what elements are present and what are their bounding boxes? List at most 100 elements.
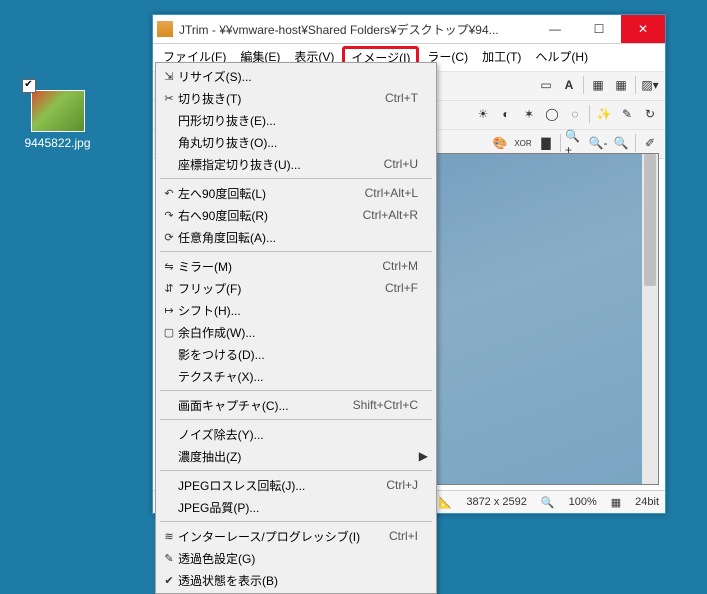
zoomout-icon[interactable]: 🔍- (587, 132, 609, 154)
menu-item-shortcut: Ctrl+Alt+L (355, 186, 418, 200)
circle-icon[interactable]: ◯ (541, 103, 563, 125)
menu-item[interactable]: ⇵フリップ(F)Ctrl+F (156, 277, 436, 299)
menu-item-icon: ⇵ (160, 282, 178, 295)
menu-item[interactable]: ≋インターレース/プログレッシブ(I)Ctrl+I (156, 525, 436, 547)
menu-item-icon: ↦ (160, 304, 178, 317)
dims-icon: 📐 (439, 496, 453, 509)
zoom-icon: 🔍 (541, 496, 555, 509)
grid2-icon[interactable]: ▦ (610, 74, 632, 96)
menu-item-shortcut: Ctrl+M (372, 259, 418, 273)
loop-icon[interactable]: ↻ (639, 103, 661, 125)
depth-icon: ▦ (611, 496, 621, 509)
checkbox-icon[interactable]: ✔ (22, 79, 36, 93)
menu-item[interactable]: ✔透過状態を表示(B) (156, 569, 436, 591)
menu-item[interactable]: ↦シフト(H)... (156, 299, 436, 321)
menu-item[interactable]: JPEGロスレス回転(J)...Ctrl+J (156, 474, 436, 496)
menu-item[interactable]: ⇋ミラー(M)Ctrl+M (156, 255, 436, 277)
vertical-scrollbar[interactable] (642, 154, 658, 484)
pen-icon[interactable]: ✎ (616, 103, 638, 125)
menu-item-icon: ✎ (160, 552, 178, 565)
menu-help[interactable]: ヘルプ(H) (529, 46, 594, 69)
menu-process[interactable]: 加工(T) (476, 46, 527, 69)
menu-item[interactable]: 座標指定切り抜き(U)...Ctrl+U (156, 153, 436, 175)
sun-icon[interactable]: ☀ (472, 103, 494, 125)
menu-separator (160, 390, 432, 391)
menu-item[interactable]: ↶左へ90度回転(L)Ctrl+Alt+L (156, 182, 436, 204)
menu-item-icon: ↶ (160, 187, 178, 200)
menu-item[interactable]: ⇲リサイズ(S)... (156, 65, 436, 87)
menu-item-label: 濃度抽出(Z) (178, 448, 408, 465)
status-dims: 3872 x 2592 (466, 496, 527, 508)
menu-item-label: フリップ(F) (178, 280, 375, 297)
swatch-icon[interactable]: ▇ (535, 132, 557, 154)
eyedropper-icon[interactable]: ✐ (639, 132, 661, 154)
menu-item[interactable]: ✎透過色設定(G) (156, 547, 436, 569)
menu-item[interactable]: 円形切り抜き(E)... (156, 109, 436, 131)
menu-item[interactable]: 画面キャプチャ(C)...Shift+Ctrl+C (156, 394, 436, 416)
menu-item-label: シフト(H)... (178, 302, 408, 319)
menu-item-label: 透過色設定(G) (178, 550, 408, 567)
menu-item-shortcut: Ctrl+F (375, 281, 418, 295)
menu-item-label: 角丸切り抜き(O)... (178, 134, 408, 151)
zoomin-icon[interactable]: 🔍+ (564, 132, 586, 154)
menu-item-icon: ✂ (160, 92, 178, 105)
menu-item-label: 切り抜き(T) (178, 90, 375, 107)
menu-item-icon: ↷ (160, 209, 178, 222)
menu-item-label: JPEG品質(P)... (178, 499, 408, 516)
titlebar[interactable]: JTrim - ¥¥vmware-host¥Shared Folders¥デスク… (153, 15, 665, 44)
status-zoom: 100% (569, 496, 597, 508)
menu-item[interactable]: ↷右へ90度回転(R)Ctrl+Alt+R (156, 204, 436, 226)
menu-item-label: ノイズ除去(Y)... (178, 426, 408, 443)
menu-item[interactable]: 濃度抽出(Z) ▶ (156, 445, 436, 467)
menu-item-label: JPEGロスレス回転(J)... (178, 477, 376, 494)
halftone-icon[interactable]: ◌ (564, 103, 586, 125)
menu-item-icon: ⇲ (160, 70, 178, 83)
wand-icon[interactable]: ✨ (593, 103, 615, 125)
menu-item[interactable]: 影をつける(D)... (156, 343, 436, 365)
rect-icon[interactable]: ▭ (535, 74, 557, 96)
menu-separator (160, 419, 432, 420)
menu-item-label: 左へ90度回転(L) (178, 185, 355, 202)
maximize-button[interactable]: ☐ (577, 15, 621, 43)
menu-item-label: 余白作成(W)... (178, 324, 408, 341)
pattern-icon[interactable]: ▨▾ (639, 74, 661, 96)
status-depth: 24bit (635, 496, 659, 508)
menu-item[interactable]: 角丸切り抜き(O)... (156, 131, 436, 153)
file-thumbnail: ✔ (31, 90, 85, 132)
menu-item-label: 円形切り抜き(E)... (178, 112, 408, 129)
menu-item-label: 透過状態を表示(B) (178, 572, 408, 589)
menu-item-shortcut: Ctrl+U (374, 157, 418, 171)
palette-icon[interactable]: 🎨 (489, 132, 511, 154)
minimize-button[interactable]: — (533, 15, 577, 43)
menu-separator (160, 251, 432, 252)
window-title: JTrim - ¥¥vmware-host¥Shared Folders¥デスク… (179, 21, 533, 38)
menu-item-shortcut: Ctrl+Alt+R (353, 208, 418, 222)
menu-item-label: 右へ90度回転(R) (178, 207, 353, 224)
menu-item[interactable]: ▢余白作成(W)... (156, 321, 436, 343)
menu-item-shortcut: Ctrl+T (375, 91, 418, 105)
menu-item-icon: ⇋ (160, 260, 178, 273)
menu-item-shortcut: Ctrl+I (379, 529, 418, 543)
menu-item-label: インターレース/プログレッシブ(I) (178, 528, 379, 545)
submenu-arrow-icon: ▶ (418, 449, 428, 463)
menu-item[interactable]: テクスチャ(X)... (156, 365, 436, 387)
menu-item-label: ミラー(M) (178, 258, 372, 275)
menu-item[interactable]: ノイズ除去(Y)... (156, 423, 436, 445)
menu-item[interactable]: ✂切り抜き(T)Ctrl+T (156, 87, 436, 109)
text-icon[interactable]: A (558, 74, 580, 96)
desktop-file-icon[interactable]: ✔ 9445822.jpg (20, 90, 95, 150)
menu-item[interactable]: JPEG品質(P)... (156, 496, 436, 518)
star-icon[interactable]: ✶ (518, 103, 540, 125)
menu-item-label: 任意角度回転(A)... (178, 229, 408, 246)
menu-item-label: 座標指定切り抜き(U)... (178, 156, 374, 173)
contrast-icon[interactable]: ◐ (495, 103, 517, 125)
xor-icon[interactable]: XOR (512, 132, 534, 154)
zoomfit-icon[interactable]: 🔍 (610, 132, 632, 154)
menu-item[interactable]: ⟳任意角度回転(A)... (156, 226, 436, 248)
menu-item-label: リサイズ(S)... (178, 68, 408, 85)
menu-item-shortcut: Ctrl+J (376, 478, 418, 492)
image-menu-dropdown: ⇲リサイズ(S)...✂切り抜き(T)Ctrl+T円形切り抜き(E)...角丸切… (155, 62, 437, 594)
grid-icon[interactable]: ▦ (587, 74, 609, 96)
menu-item-icon: ▢ (160, 326, 178, 339)
close-button[interactable]: ✕ (621, 15, 665, 43)
